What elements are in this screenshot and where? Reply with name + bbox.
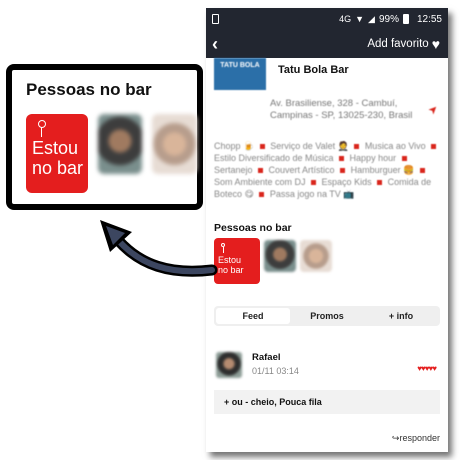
reply-button[interactable]: ↪responder: [392, 433, 440, 444]
pin-icon: [38, 120, 46, 137]
bar-logo: TATU BOLA: [214, 58, 266, 90]
tab-promos[interactable]: Promos: [290, 308, 364, 324]
callout-people-list: Estou no bar: [26, 114, 197, 193]
signal-icon: ◢: [368, 13, 375, 24]
feed-item: Rafael 01/11 03:14 ♥♥♥♥♥: [206, 326, 448, 378]
avatar: [97, 114, 143, 174]
zoom-callout: Pessoas no bar Estou no bar: [6, 64, 203, 210]
add-favorite-button[interactable]: Add favorito ♥: [367, 36, 440, 52]
feed-user-name: Rafael: [252, 352, 281, 363]
people-section-title: Pessoas no bar: [214, 222, 292, 234]
status-bar: 4G ▼ ◢ 99% 12:55: [206, 8, 448, 30]
chevron-left-icon[interactable]: ‹: [212, 35, 218, 53]
avatar[interactable]: [264, 240, 296, 272]
estou-label-line1: Estou: [218, 255, 242, 265]
pin-icon: [221, 243, 225, 253]
app-bar: ‹ Add favorito ♥: [206, 30, 448, 58]
callout-estou-line1: Estou: [32, 138, 79, 158]
add-favorite-label: Add favorito: [367, 38, 429, 50]
tag-separator: [339, 155, 345, 161]
tab-bar: Feed Promos + info: [214, 306, 440, 326]
tag-separator: [258, 167, 264, 173]
phone-screen: 4G ▼ ◢ 99% 12:55 ‹ Add favorito ♥ TATU B…: [206, 8, 448, 452]
tag-separator: [419, 167, 425, 173]
avatar[interactable]: [300, 240, 332, 272]
clock: 12:55: [416, 13, 442, 25]
estou-no-bar-button[interactable]: Estou no bar: [214, 238, 260, 284]
bar-header: TATU BOLA Tatu Bola Bar: [206, 58, 448, 96]
address-line-2: Campinas - SP, 13025-230, Brasil: [270, 110, 413, 121]
heart-icon: ♥: [431, 36, 440, 52]
battery-percent: 99%: [378, 13, 399, 25]
feed-date: 01/11 03:14: [252, 366, 299, 376]
tag-separator: [401, 155, 407, 161]
address-line-1: Av. Brasiliense, 328 - Cambuí,: [270, 98, 398, 109]
callout-estou-no-bar-button[interactable]: Estou no bar: [26, 114, 88, 193]
tag-separator: [354, 143, 360, 149]
rating-hearts: ♥♥♥♥♥: [417, 364, 437, 373]
callout-estou-line2: no bar: [32, 158, 84, 178]
tag-separator: [311, 179, 317, 185]
bar-name: Tatu Bola Bar: [278, 64, 349, 76]
tag-separator: [377, 179, 383, 185]
battery-icon: [402, 14, 409, 24]
estou-label-line2: no bar: [218, 265, 244, 275]
tag-separator: [259, 191, 265, 197]
sim-card-icon: [212, 14, 219, 24]
tag-separator: [340, 167, 346, 173]
tag-separator: [431, 143, 437, 149]
wifi-icon: ▼: [355, 14, 365, 24]
tab-feed[interactable]: Feed: [216, 308, 290, 324]
tag-separator: [259, 143, 265, 149]
network-label: 4G: [339, 14, 352, 24]
people-list: Estou no bar: [206, 238, 448, 284]
feed-comment: + ou - cheio, Pouca fila: [214, 390, 440, 414]
bar-tags: Chopp 🍺 Serviço de Valet 🤵 Musica ao Viv…: [206, 136, 448, 216]
avatar[interactable]: [216, 352, 242, 378]
callout-title: Pessoas no bar: [26, 80, 152, 99]
bar-address[interactable]: Av. Brasiliense, 328 - Cambuí, Campinas …: [206, 96, 448, 136]
avatar: [152, 114, 197, 174]
tab-info[interactable]: + info: [364, 308, 438, 324]
